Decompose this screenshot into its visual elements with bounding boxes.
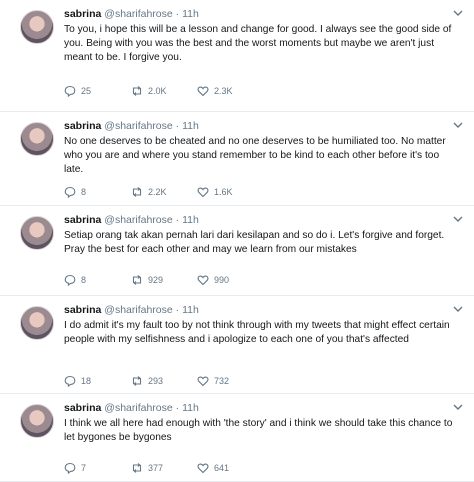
display-name[interactable]: sabrina [64, 214, 101, 226]
reply-count: 7 [81, 463, 87, 473]
user-handle[interactable]: @sharifahrose [104, 214, 172, 226]
separator-dot: · [172, 8, 183, 20]
user-handle[interactable]: @sharifahrose [104, 304, 172, 316]
retweet-icon [132, 463, 142, 473]
tweet-header: sabrina @sharifahrose · 11h [64, 120, 199, 132]
chevron-down-icon[interactable] [452, 303, 464, 315]
reply-button[interactable]: 18 [64, 375, 91, 387]
like-count: 1.6K [214, 187, 233, 197]
tweet-text: I do admit it's my fault too by not thin… [64, 320, 450, 345]
retweet-icon [132, 187, 142, 197]
retweet-count: 377 [148, 463, 164, 473]
chevron-down-icon[interactable] [452, 213, 464, 225]
display-name[interactable]: sabrina [64, 120, 101, 132]
like-button[interactable]: 2.3K [197, 85, 233, 97]
like-button[interactable]: 990 [197, 274, 229, 286]
retweet-count: 2.2K [148, 187, 167, 197]
retweet-button[interactable]: 377 [131, 462, 163, 474]
separator-dot: · [172, 304, 183, 316]
reply-count: 8 [81, 275, 87, 285]
reply-count: 25 [81, 86, 92, 96]
separator-dot: · [172, 214, 183, 226]
heart-icon [197, 376, 209, 387]
tweet[interactable]: sabrina @sharifahrose · 11h To you, i ho… [0, 0, 474, 112]
reply-icon [64, 85, 76, 97]
tweet-text: To you, i hope this will be a lesson and… [64, 24, 452, 63]
tweet-text: No one deserves to be cheated and no one… [64, 136, 446, 175]
separator-dot: · [172, 120, 183, 132]
retweet-button[interactable]: 929 [131, 274, 163, 286]
tweet-header: sabrina @sharifahrose · 11h [64, 214, 199, 226]
reply-count: 18 [81, 376, 92, 386]
retweet-icon [132, 86, 142, 96]
reply-icon [64, 186, 76, 198]
reply-count: 8 [81, 187, 87, 197]
like-count: 990 [214, 275, 230, 285]
tweet[interactable]: sabrina @sharifahrose · 11h Setiap orang… [0, 206, 474, 296]
timestamp[interactable]: 11h [182, 304, 199, 316]
retweet-button[interactable]: 2.0K [131, 85, 167, 97]
reply-button[interactable]: 8 [64, 274, 86, 286]
timestamp[interactable]: 11h [182, 402, 199, 414]
avatar[interactable] [20, 122, 54, 156]
user-handle[interactable]: @sharifahrose [104, 120, 172, 132]
like-count: 732 [214, 376, 230, 386]
heart-icon [197, 86, 209, 97]
heart-icon [197, 463, 209, 474]
tweet[interactable]: sabrina @sharifahrose · 11h I do admit i… [0, 296, 474, 394]
like-count: 2.3K [214, 86, 233, 96]
like-button[interactable]: 641 [197, 462, 229, 474]
tweet-header: sabrina @sharifahrose · 11h [64, 402, 199, 414]
chevron-down-icon[interactable] [452, 401, 464, 413]
timestamp[interactable]: 11h [182, 214, 199, 226]
avatar[interactable] [20, 404, 54, 438]
timestamp[interactable]: 11h [182, 120, 199, 132]
avatar[interactable] [20, 216, 54, 250]
chevron-down-icon[interactable] [452, 119, 464, 131]
user-handle[interactable]: @sharifahrose [104, 402, 172, 414]
display-name[interactable]: sabrina [64, 402, 101, 414]
reply-button[interactable]: 25 [64, 85, 91, 97]
reply-icon [64, 274, 76, 286]
like-count: 641 [214, 463, 230, 473]
retweet-icon [132, 275, 142, 285]
separator-dot: · [172, 402, 183, 414]
retweet-count: 293 [148, 376, 164, 386]
tweet-header: sabrina @sharifahrose · 11h [64, 8, 199, 20]
heart-icon [197, 187, 209, 198]
retweet-count: 2.0K [148, 86, 167, 96]
avatar[interactable] [20, 10, 54, 44]
reply-icon [64, 375, 76, 387]
avatar[interactable] [20, 306, 54, 340]
retweet-button[interactable]: 293 [131, 375, 163, 387]
reply-icon [64, 462, 76, 474]
tweet[interactable]: sabrina @sharifahrose · 11h I think we a… [0, 394, 474, 482]
display-name[interactable]: sabrina [64, 304, 101, 316]
reply-button[interactable]: 7 [64, 462, 86, 474]
reply-button[interactable]: 8 [64, 186, 86, 198]
tweet-timeline: sabrina @sharifahrose · 11h To you, i ho… [0, 0, 474, 482]
display-name[interactable]: sabrina [64, 8, 101, 20]
tweet[interactable]: sabrina @sharifahrose · 11h No one deser… [0, 112, 474, 206]
retweet-icon [132, 376, 142, 386]
chevron-down-icon[interactable] [452, 7, 464, 19]
retweet-count: 929 [148, 275, 164, 285]
heart-icon [197, 275, 209, 286]
user-handle[interactable]: @sharifahrose [104, 8, 172, 20]
tweet-text: I think we all here had enough with 'the… [64, 418, 453, 443]
retweet-button[interactable]: 2.2K [131, 186, 167, 198]
timestamp[interactable]: 11h [182, 8, 199, 20]
tweet-text: Setiap orang tak akan pernah lari dari k… [64, 230, 445, 255]
like-button[interactable]: 732 [197, 375, 229, 387]
like-button[interactable]: 1.6K [197, 186, 233, 198]
tweet-header: sabrina @sharifahrose · 11h [64, 304, 199, 316]
